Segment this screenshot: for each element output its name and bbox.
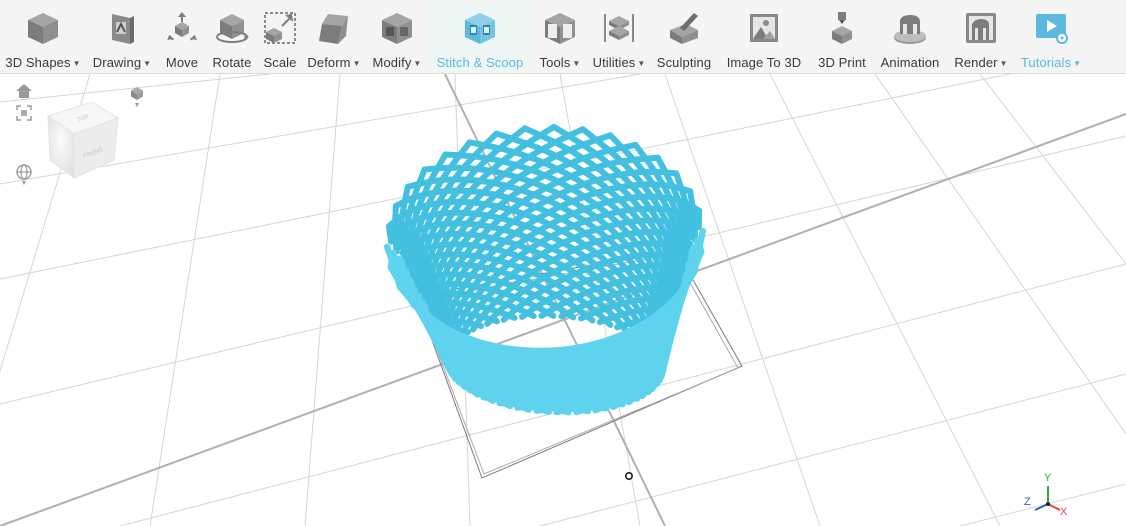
home-icon[interactable] [14, 81, 34, 101]
chevron-down-icon: ▼ [572, 59, 581, 68]
axis-y-label: Y [1044, 472, 1052, 484]
toolbar-item-3d-print[interactable]: 3D Print [810, 0, 874, 73]
tutorials-icon [1031, 8, 1071, 48]
deform-icon [314, 8, 354, 48]
toolbar-item-stitch-scoop[interactable]: Stitch & Scoop [428, 0, 532, 73]
move-icon [162, 8, 202, 48]
cube-icon [23, 8, 63, 48]
scene-canvas[interactable] [0, 74, 1126, 526]
toolbar-item-sculpting[interactable]: Sculpting [650, 0, 718, 73]
lattice-strand-front [442, 348, 451, 365]
toolbar-item-deform[interactable]: Deform ▼ [302, 0, 366, 73]
toolbar-label-render: Render [954, 55, 998, 70]
toolbar-label-stitch-scoop: Stitch & Scoop [436, 55, 524, 70]
lattice-strand-back [392, 203, 400, 255]
toolbar-label-drawing: Drawing [92, 55, 142, 70]
toolbar-label-utilities: Utilities [592, 55, 636, 70]
toolbar-label-3d-shapes: 3D Shapes [5, 55, 71, 70]
toolbar-item-drawing[interactable]: Drawing ▼ [86, 0, 158, 73]
toolbar-item-move[interactable]: Move [158, 0, 206, 73]
toolbar-label-modify: Modify [372, 55, 412, 70]
toolbar-item-3d-shapes[interactable]: 3D Shapes ▼ [0, 0, 86, 73]
chevron-down-icon: ▼ [143, 59, 152, 68]
toolbar-item-rotate[interactable]: Rotate [206, 0, 258, 73]
toolbar-label-3d-print: 3D Print [818, 55, 866, 70]
toolbar-item-scale[interactable]: Scale [258, 0, 302, 73]
chevron-down-icon: ▼ [999, 59, 1008, 68]
toolbar-label-tools: Tools [539, 55, 571, 70]
chevron-down-icon: ▼ [413, 59, 422, 68]
chevron-down-icon: ▼ [352, 59, 361, 68]
axis-z-label: Z [1024, 496, 1031, 508]
3d-print-icon [822, 8, 862, 48]
toolbar-item-tools[interactable]: Tools ▼ [532, 0, 588, 73]
render-icon [961, 8, 1001, 48]
tools-icon [540, 8, 580, 48]
scale-icon [260, 8, 300, 48]
toolbar-item-modify[interactable]: Modify ▼ [366, 0, 428, 73]
toolbar-item-animation[interactable]: Animation [874, 0, 946, 73]
toolbar-label-move: Move [165, 55, 199, 70]
globe-icon[interactable]: ▼ [13, 162, 35, 188]
axis-x-label: X [1060, 506, 1068, 518]
toolbar-item-image-to-3d[interactable]: Image To 3D [718, 0, 810, 73]
stitch-scoop-icon [460, 8, 500, 48]
toolbar-label-scale: Scale [263, 55, 297, 70]
app-window: 3D Shapes ▼ Drawing ▼ Move Rotate Scale … [0, 0, 1126, 526]
utilities-icon [599, 8, 639, 48]
toolbar-label-sculpting: Sculpting [656, 55, 712, 70]
view-dropdown-icon[interactable]: ▼ [126, 82, 148, 112]
rotate-icon [212, 8, 252, 48]
drawing-icon [102, 8, 142, 48]
fit-view-icon[interactable] [14, 103, 34, 123]
toolbar-label-image-to-3d: Image To 3D [726, 55, 802, 70]
axis-gizmo: Y X Z [1018, 472, 1078, 522]
view-cube-icon[interactable]: TOP FRONT [44, 100, 122, 180]
image-to-3d-icon [744, 8, 784, 48]
3d-viewport[interactable]: ▼ ▼ TOP FRONT Y X Z [0, 74, 1126, 526]
toolbar-label-deform: Deform [307, 55, 351, 70]
chevron-down-icon: ▼ [72, 59, 81, 68]
toolbar-item-render[interactable]: Render ▼ [946, 0, 1016, 73]
animation-icon [890, 8, 930, 48]
chevron-down-icon: ▼ [1073, 59, 1082, 68]
toolbar-label-rotate: Rotate [212, 55, 252, 70]
lattice-bowl-model[interactable] [383, 123, 707, 416]
toolbar-label-tutorials: Tutorials [1020, 55, 1072, 70]
modify-icon [377, 8, 417, 48]
chevron-down-icon: ▼ [637, 59, 646, 68]
sculpting-icon [664, 8, 704, 48]
main-toolbar: 3D Shapes ▼ Drawing ▼ Move Rotate Scale … [0, 0, 1126, 74]
lattice-strand-back [385, 223, 395, 245]
toolbar-item-tutorials[interactable]: Tutorials ▼ [1016, 0, 1086, 73]
toolbar-label-animation: Animation [880, 55, 940, 70]
toolbar-item-utilities[interactable]: Utilities ▼ [588, 0, 650, 73]
